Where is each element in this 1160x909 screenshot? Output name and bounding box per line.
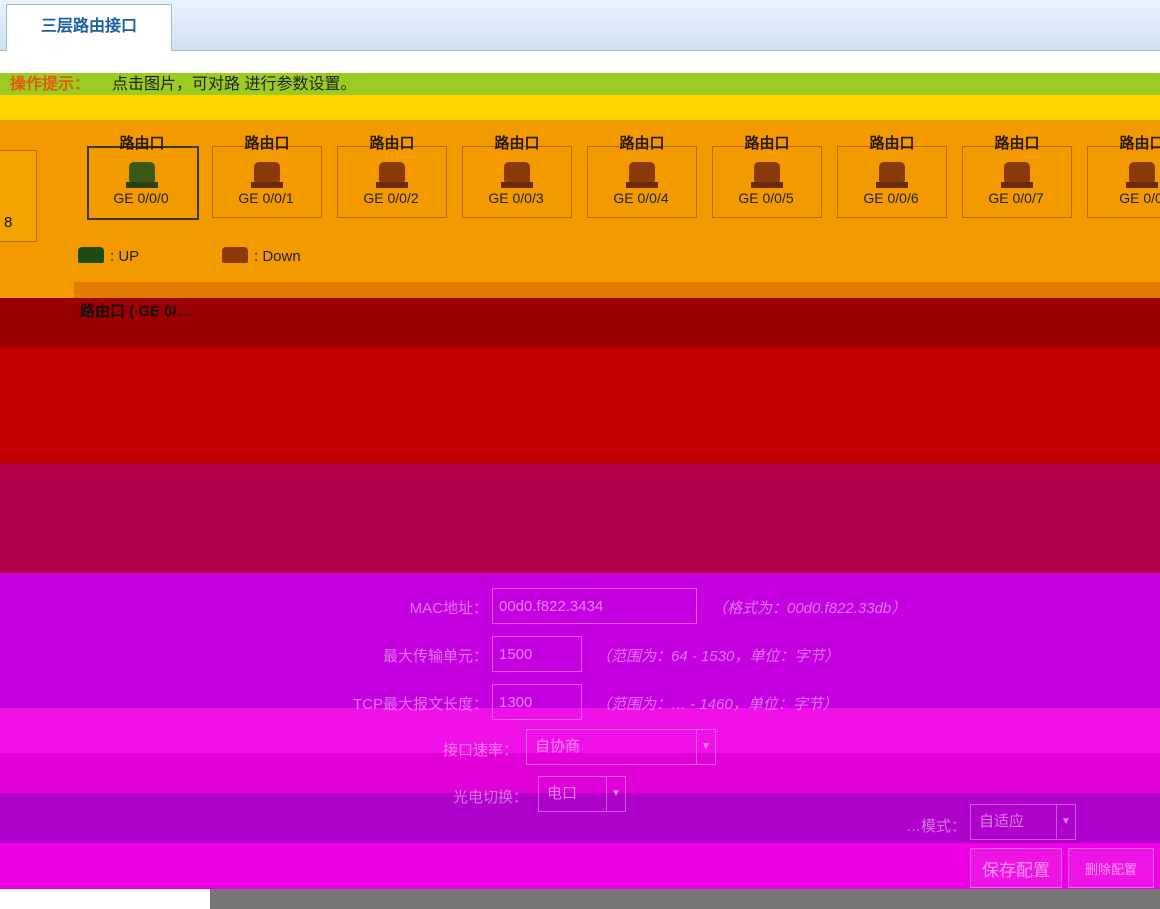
- port-label: GE 0/0/2: [363, 190, 419, 206]
- config-band: [0, 348, 1160, 463]
- port-title: 路由口: [1119, 135, 1160, 152]
- hint-message: 点击图片，可对路 进行参数设置。: [112, 76, 357, 93]
- delete-config-button[interactable]: 删除配置: [1068, 848, 1154, 888]
- port-title: 路由口: [744, 135, 790, 152]
- chevron-down-icon[interactable]: ▼: [696, 730, 715, 764]
- tab-bar: [0, 0, 1160, 51]
- port-title: 路由口: [494, 135, 540, 152]
- section-title: 路由口 ( GE 0/…: [80, 303, 192, 320]
- media-select[interactable]: 电口 ▼: [538, 776, 626, 812]
- port-title: 路由口: [619, 135, 665, 152]
- router-port-icon[interactable]: [251, 162, 283, 188]
- speed-label: 接口速率：: [442, 742, 518, 759]
- port-label: GE 0/0/3: [488, 190, 544, 206]
- legend-up-label: : UP: [110, 248, 140, 265]
- port-title: 路由口: [119, 135, 165, 152]
- hint-separator: [0, 51, 1160, 73]
- media-label: 光电切换：: [452, 789, 528, 806]
- mode-select-value: 自适应: [979, 813, 1025, 830]
- hint-bar-lower: [0, 95, 1160, 120]
- section-bar: [74, 282, 1160, 298]
- mtu-hint: （范围为：64 - 1530，单位：字节）: [596, 648, 840, 665]
- mss-hint: （范围为：… - 1460，单位：字节）: [596, 696, 838, 713]
- legend-down-label: : Down: [254, 248, 301, 265]
- speed-select-value: 自协商: [535, 738, 581, 755]
- router-port-icon[interactable]: [626, 162, 658, 188]
- port-label: GE 0/0/5: [738, 190, 794, 206]
- port-down-icon: [222, 247, 248, 263]
- footer-bar: [210, 889, 1160, 909]
- router-port-icon[interactable]: [376, 162, 408, 188]
- port-label: GE 0/0/7: [988, 190, 1044, 206]
- left-port-card-label: 8: [4, 214, 13, 231]
- media-select-value: 电口: [547, 785, 578, 802]
- port-label: GE 0/0: [1119, 190, 1160, 206]
- tab-l3-interface[interactable]: 三层路由接口: [6, 4, 172, 51]
- mtu-input[interactable]: [492, 636, 582, 672]
- port-label: GE 0/0/0: [113, 190, 169, 206]
- hint-label: 操作提示：: [10, 76, 91, 93]
- footer-left: [0, 889, 210, 909]
- port-title: 路由口: [994, 135, 1040, 152]
- config-band: [0, 463, 1160, 573]
- router-port-icon[interactable]: [1001, 162, 1033, 188]
- router-port-icon[interactable]: [876, 162, 908, 188]
- mode-select[interactable]: 自适应 ▼: [970, 804, 1076, 840]
- mss-label: TCP最大报文长度：: [352, 696, 488, 713]
- port-title: 路由口: [244, 135, 290, 152]
- port-title: 路由口: [869, 135, 915, 152]
- port-label: GE 0/0/1: [238, 190, 294, 206]
- port-up-icon: [78, 247, 104, 263]
- port-label: GE 0/0/6: [863, 190, 919, 206]
- chevron-down-icon[interactable]: ▼: [1056, 805, 1075, 839]
- mtu-label: 最大传输单元：: [382, 648, 488, 665]
- port-label: GE 0/0/4: [613, 190, 669, 206]
- chevron-down-icon[interactable]: ▼: [606, 777, 625, 811]
- speed-select[interactable]: 自协商 ▼: [526, 729, 716, 765]
- save-config-button[interactable]: 保存配置: [970, 848, 1062, 888]
- mac-label: MAC地址：: [409, 600, 488, 617]
- router-port-icon[interactable]: [1126, 162, 1158, 188]
- mac-input[interactable]: [492, 588, 697, 624]
- mac-hint: （格式为：00d0.f822.33db）: [712, 600, 907, 617]
- router-port-icon[interactable]: [751, 162, 783, 188]
- router-port-icon[interactable]: [501, 162, 533, 188]
- router-port-icon[interactable]: [126, 162, 158, 188]
- mode-label: …模式：: [905, 818, 966, 835]
- mss-input[interactable]: [492, 684, 582, 720]
- port-title: 路由口: [369, 135, 415, 152]
